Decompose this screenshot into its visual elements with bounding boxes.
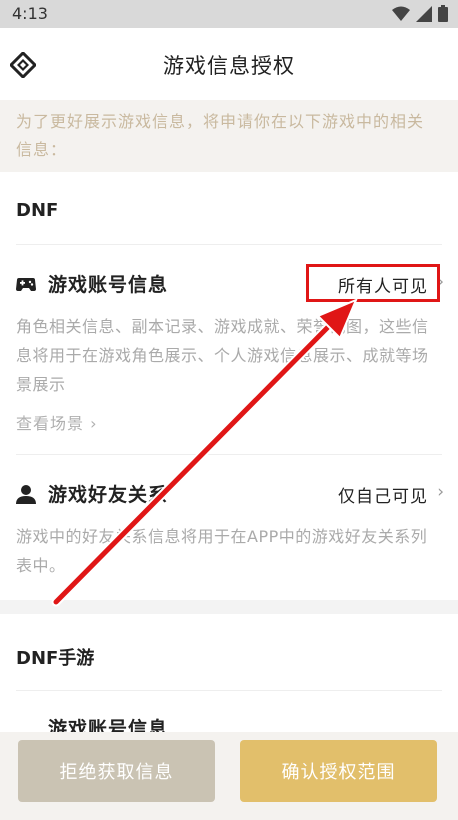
status-bar: 4:13	[0, 0, 458, 28]
view-scenes-link[interactable]: 查看场景 ›	[16, 410, 98, 434]
permission-description: 角色相关信息、副本记录、游戏成就、荣誉截图，这些信息将用于在游戏角色展示、个人游…	[16, 317, 429, 394]
gamepad-icon	[16, 278, 36, 291]
divider	[16, 690, 442, 691]
signal-icon	[416, 5, 432, 22]
divider	[16, 244, 442, 245]
divider	[16, 454, 442, 455]
status-time: 4:13	[12, 4, 48, 23]
battery-icon	[438, 5, 448, 22]
page-title: 游戏信息授权	[163, 54, 295, 78]
permission-row-friend-relations[interactable]: 游戏好友关系 仅自己可见 ›	[0, 474, 458, 514]
intro-notice: 为了更好展示游戏信息，将申请你在以下游戏中的相关信息：	[0, 100, 458, 172]
confirm-button[interactable]: 确认授权范围	[240, 740, 437, 802]
chevron-right-icon[interactable]: ›	[437, 482, 444, 502]
status-icons	[392, 5, 448, 22]
permission-label: 游戏好友关系	[48, 484, 169, 506]
app-header: 游戏信息授权	[0, 28, 458, 100]
person-icon	[16, 485, 36, 504]
highlight-box	[306, 264, 440, 302]
intro-text: 为了更好展示游戏信息，将申请你在以下游戏中的相关信息：	[16, 112, 425, 159]
visibility-selector[interactable]: 仅自己可见	[338, 482, 428, 507]
bottom-action-bar: 拒绝获取信息 确认授权范围	[0, 732, 458, 820]
game-title-dnf: DNF	[16, 200, 59, 221]
wifi-icon	[392, 6, 410, 21]
game-title-dnf-mobile: DNF手游	[16, 648, 95, 669]
section-separator	[0, 600, 458, 614]
permission-label: 游戏账号信息	[48, 274, 169, 296]
permission-description: 游戏中的好友关系信息将用于在APP中的游戏好友关系列表中。	[16, 527, 428, 575]
reject-button[interactable]: 拒绝获取信息	[18, 740, 215, 802]
